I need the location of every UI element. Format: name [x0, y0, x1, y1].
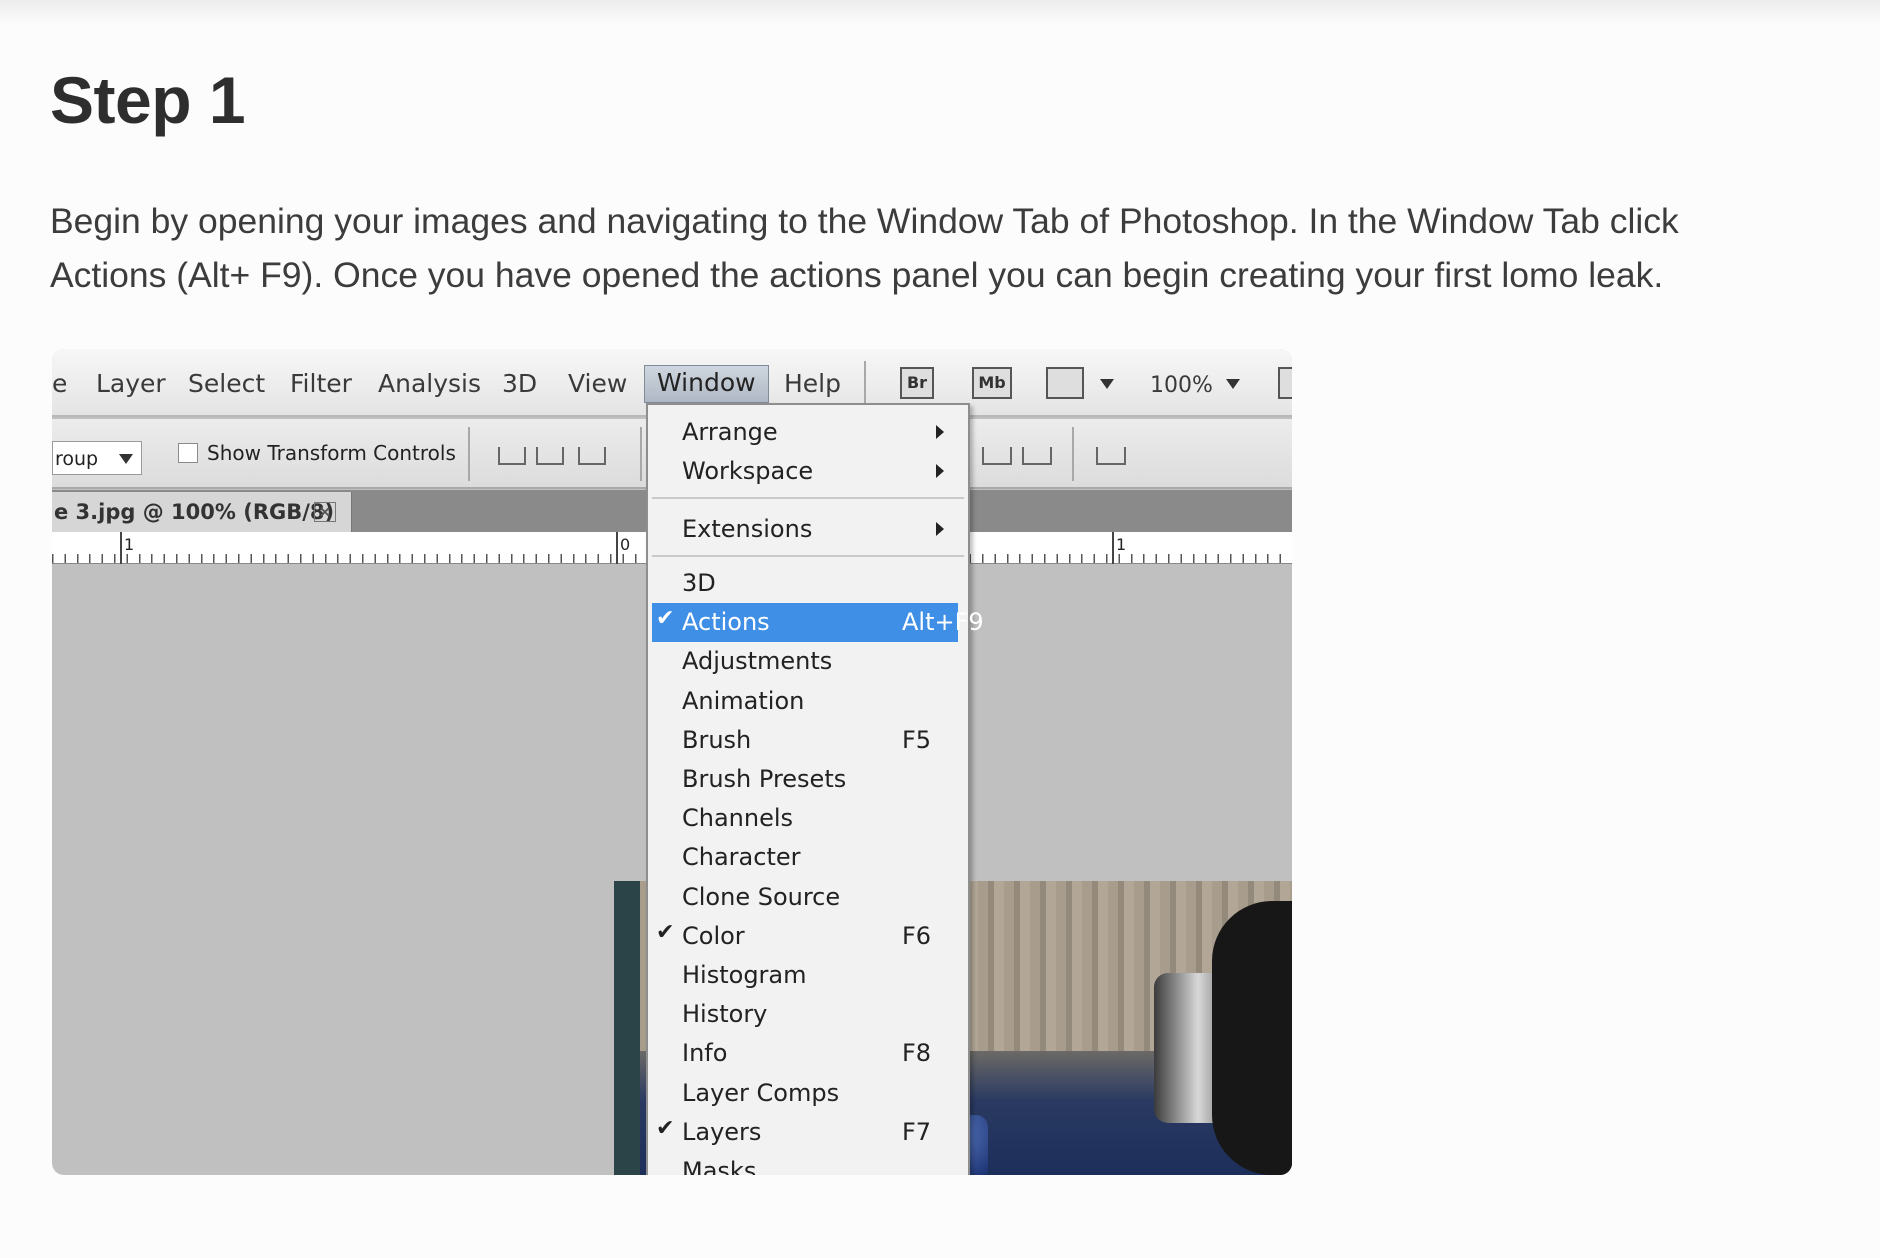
menu-item-shortcut: F6	[902, 921, 932, 950]
menubar-divider	[864, 361, 866, 407]
submenu-arrow-icon	[936, 464, 944, 478]
options-divider	[640, 427, 642, 481]
options-divider	[1072, 427, 1074, 481]
menu-item-shortcut: F8	[902, 1039, 932, 1068]
menu-window[interactable]: Window	[644, 365, 769, 403]
menu-select[interactable]: Select	[188, 369, 265, 398]
distribute-right-icon[interactable]	[1022, 447, 1052, 465]
menu-separator	[652, 497, 964, 499]
menu-item-adjustments[interactable]: Adjustments	[648, 642, 968, 681]
show-transform-label: Show Transform Controls	[207, 441, 456, 465]
chevron-down-icon	[119, 454, 133, 464]
menu-item-histogram[interactable]: Histogram	[648, 956, 968, 995]
menu-item-label: 3D	[682, 569, 716, 597]
menu-item-workspace[interactable]: Workspace	[648, 452, 968, 491]
person-hair-graphic	[1212, 901, 1292, 1175]
close-icon[interactable]: ×	[314, 502, 336, 522]
bridge-icon[interactable]: Br	[900, 367, 934, 399]
menu-item-layer-comps[interactable]: Layer Comps	[648, 1074, 968, 1113]
menu-item-3d[interactable]: 3D	[648, 564, 968, 603]
auto-align-layers-icon[interactable]	[1096, 447, 1126, 465]
checkmark-icon: ✔	[656, 606, 675, 632]
menu-item-label: Histogram	[682, 961, 807, 989]
menu-item-extensions[interactable]: Extensions	[648, 510, 968, 549]
menu-analysis[interactable]: Analysis	[378, 369, 481, 398]
menu-item-label: Clone Source	[682, 882, 841, 911]
align-vertical-center-icon[interactable]	[536, 447, 564, 465]
menu-item-label: Actions	[682, 608, 770, 637]
document-title: e 3.jpg @ 100% (RGB/8)	[54, 500, 335, 524]
ruler-major-tick	[1112, 532, 1114, 564]
menu-layer[interactable]: Layer	[96, 369, 166, 398]
menu-help[interactable]: Help	[784, 369, 841, 398]
menu-item-label: Brush	[682, 725, 752, 754]
step-description: Begin by opening your images and navigat…	[50, 201, 1679, 295]
zoom-dropdown-icon[interactable]	[1226, 379, 1240, 389]
align-bottom-icon[interactable]	[578, 447, 606, 465]
menu-item-info[interactable]: Info F8	[648, 1034, 968, 1073]
menu-item-label: Character	[682, 843, 801, 872]
menu-item-label: Extensions	[682, 515, 813, 543]
step-heading: Step 1	[50, 63, 246, 137]
arrange-documents-icon[interactable]	[1278, 367, 1292, 399]
submenu-arrow-icon	[936, 425, 944, 439]
menu-item-masks[interactable]: Masks	[648, 1152, 968, 1175]
menu-item-shortcut: Alt+F9	[902, 608, 984, 637]
submenu-arrow-icon	[936, 522, 944, 536]
options-divider	[468, 427, 470, 481]
menu-item-brush[interactable]: Brush F5	[648, 721, 968, 760]
show-transform-checkbox[interactable]	[178, 443, 198, 463]
menu-filter[interactable]: Filter	[290, 369, 352, 398]
ruler-major-tick	[616, 532, 618, 564]
menu-item-label: Masks	[682, 1157, 757, 1175]
align-top-icon[interactable]	[498, 447, 526, 465]
menu-item-label: Info	[682, 1039, 728, 1068]
window-menu-dropdown: Arrange Workspace Extensions 3D ✔ Actions A…	[646, 403, 984, 1175]
menu-item-label: Animation	[682, 686, 805, 715]
auto-select-dropdown[interactable]: roup	[52, 441, 142, 475]
menu-item-shortcut: F7	[902, 1117, 932, 1146]
menu-edit[interactable]: e	[52, 369, 67, 398]
menu-item-label: Arrange	[682, 418, 778, 446]
photoshop-screenshot: e Layer Select Filter Analysis 3D View W…	[52, 349, 1292, 1175]
auto-select-value: roup	[55, 448, 99, 470]
menu-item-actions[interactable]: ✔ Actions Alt+F9	[652, 603, 984, 643]
menu-item-clone-source[interactable]: Clone Source	[648, 878, 968, 917]
screen-mode-icon[interactable]	[1046, 367, 1084, 399]
checkmark-icon: ✔	[656, 1115, 675, 1141]
menu-3d[interactable]: 3D	[502, 369, 537, 398]
menu-item-label: Color	[682, 921, 745, 950]
menu-item-channels[interactable]: Channels	[648, 799, 968, 838]
menu-item-shortcut: F5	[902, 725, 932, 754]
menu-item-label: Workspace	[682, 457, 814, 485]
screen-mode-dropdown-icon[interactable]	[1100, 379, 1114, 389]
menu-item-layers[interactable]: ✔ Layers F7	[648, 1113, 968, 1152]
zoom-level[interactable]: 100%	[1150, 373, 1213, 398]
menu-item-label: Channels	[682, 804, 794, 833]
menu-item-character[interactable]: Character	[648, 838, 968, 877]
menu-item-label: Layer Comps	[682, 1078, 840, 1107]
ruler-label: 1	[1116, 535, 1127, 554]
mini-bridge-icon[interactable]: Mb	[972, 367, 1012, 399]
page-top-shade	[0, 0, 1880, 24]
ruler-major-tick	[120, 532, 122, 564]
menu-item-arrange[interactable]: Arrange	[648, 413, 968, 452]
menu-item-animation[interactable]: Animation	[648, 682, 968, 721]
menu-item-brush-presets[interactable]: Brush Presets	[648, 760, 968, 799]
menu-item-label: Layers	[682, 1117, 762, 1146]
menu-item-label: Brush Presets	[682, 765, 847, 793]
ruler-label: 1	[124, 535, 135, 554]
menu-item-color[interactable]: ✔ Color F6	[648, 917, 968, 956]
menu-item-label: Adjustments	[682, 647, 833, 676]
document-tab[interactable]: e 3.jpg @ 100% (RGB/8) ×	[52, 492, 352, 532]
checkmark-icon: ✔	[656, 919, 675, 945]
distribute-horizontal-icon[interactable]	[982, 447, 1012, 465]
menu-separator	[652, 555, 964, 557]
menu-view[interactable]: View	[568, 369, 627, 398]
menu-item-label: History	[682, 1000, 768, 1029]
menu-item-history[interactable]: History	[648, 995, 968, 1034]
ruler-label: 0	[620, 535, 631, 554]
